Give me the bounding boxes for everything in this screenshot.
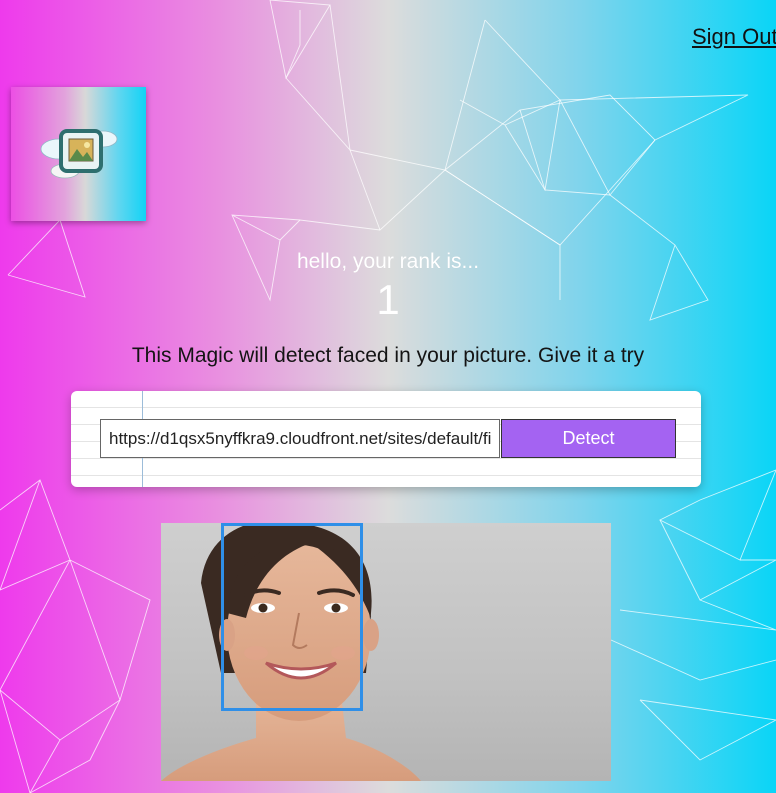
face-bounding-box	[221, 523, 363, 711]
detect-button[interactable]: Detect	[501, 419, 676, 458]
sign-out-link[interactable]: Sign Out	[692, 24, 776, 50]
image-link-form: Detect	[71, 391, 701, 487]
picture-frame-cloud-icon	[40, 129, 118, 179]
image-url-input[interactable]	[100, 419, 500, 458]
logo-tile	[11, 87, 146, 221]
rank-value: 1	[376, 276, 400, 323]
intro-tagline: This Magic will detect faced in your pic…	[131, 344, 645, 367]
result-image	[161, 523, 611, 781]
rank-greeting: hello, your rank is...	[296, 250, 480, 273]
